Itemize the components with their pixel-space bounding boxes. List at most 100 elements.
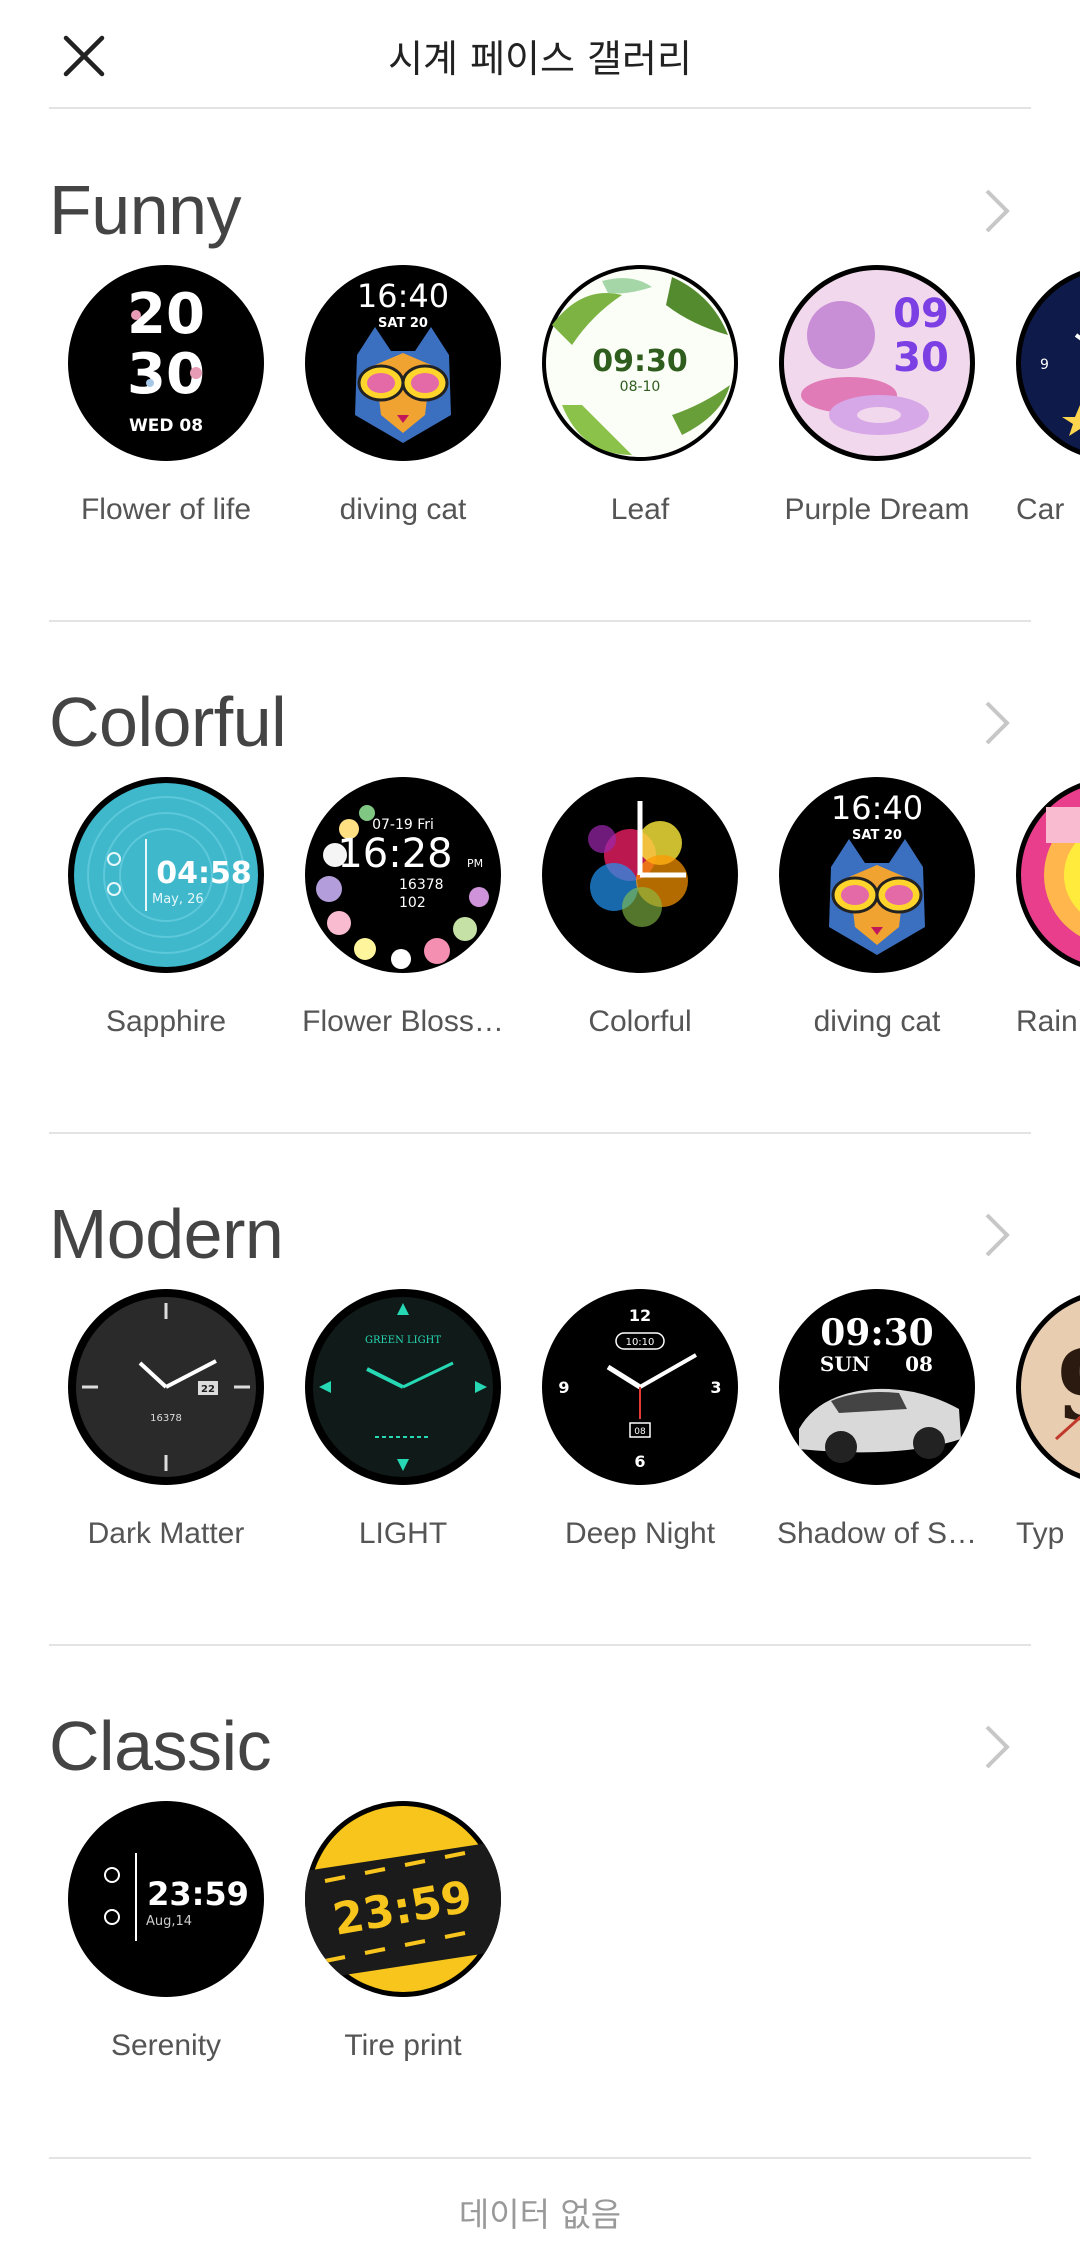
chevron-right-icon[interactable] [975,1723,1019,1771]
hour-text: 09 [893,291,949,337]
watch-face-label: Colorful [588,1005,692,1037]
watch-face-label: Flower of life [80,493,252,525]
watch-face-thumbnail: 23:59 Aug,14 [68,1801,264,1997]
watch-face-label: diving cat [813,1005,941,1037]
section-title: Modern [49,1195,284,1273]
watch-face-label: Typ [1016,1517,1065,1549]
watch-face-item[interactable]: GREEN LIGHT LIGHT [285,1289,521,1549]
watch-face-thumbnail: 09:30 08-10 [542,265,738,461]
digital-time-text: 10:10 [626,1337,655,1348]
time-text: 16:40 [357,277,449,315]
watch-face-item[interactable]: 09:30 SUN 08 Shadow of S… [759,1289,995,1549]
watch-face-label: Purple Dream [784,493,970,525]
watch-face-row: 04:58 May, 26 Sapphire 07-19 Fri 16:28 P… [0,777,1080,1037]
watch-face-thumbnail: 9 [1016,1289,1080,1485]
watch-face-row: 23:59 Aug,14 Serenity 23:59 Tire print [0,1801,1080,2061]
watch-face-item[interactable]: Colorful [522,777,758,1037]
watch-face-item[interactable]: 09:30 08-10 Leaf [522,265,758,525]
watch-face-item[interactable]: 12 3 6 9 10:10 08 Deep Night [522,1289,758,1549]
watch-face-label: Flower Bloss… [302,1005,504,1037]
watch-face-thumbnail: 22 16378 [68,1289,264,1485]
hour-numeral-9: 9 [558,1378,569,1397]
chevron-right-icon[interactable] [975,1211,1019,1259]
date-text: Aug,14 [146,1914,192,1929]
section-title: Colorful [49,683,287,761]
watch-face-item[interactable]: 23:59 Tire print [285,1801,521,2061]
pm-text: PM [467,857,483,870]
chevron-right-icon[interactable] [975,187,1019,235]
watch-face-thumbnail: 04:58 May, 26 [68,777,264,973]
watch-face-item[interactable]: 20 30 WED 08 Flower of life [48,265,284,525]
watch-face-item[interactable]: 23:59 Aug,14 Serenity [48,1801,284,2061]
watch-face-label: LIGHT [358,1517,448,1549]
watch-face-label: Tire print [344,2029,462,2061]
hour-numeral-3: 3 [710,1378,721,1397]
brand-text: GREEN LIGHT [365,1335,441,1346]
watch-face-label: Sapphire [105,1005,227,1037]
watch-face-item[interactable]: 16:40 SAT 20 diving cat [285,265,521,525]
watch-face-item[interactable]: 16:40 SAT 20 diving cat [759,777,995,1037]
minute-text: 30 [893,335,949,381]
watch-face-label: Deep Night [564,1517,716,1549]
watch-face-item[interactable]: 9 Typ [996,1289,1080,1549]
watch-face-label: Dark Matter [87,1517,245,1549]
watch-face-thumbnail: 16:40 SAT 20 [305,265,501,461]
watch-face-label: Rain [1016,1005,1078,1037]
watch-face-thumbnail: 9 [1016,265,1080,461]
hour-numeral-12: 12 [629,1306,651,1325]
date-text: 22 [201,1384,215,1395]
watch-face-item[interactable]: 22 16378 Dark Matter [48,1289,284,1549]
watch-face-item[interactable]: 09 30 Purple Dream [759,265,995,525]
watch-face-label: Shadow of S… [776,1517,978,1549]
steps-text: 16378 [150,1413,182,1424]
watch-face-thumbnail: 09:30 SUN 08 [779,1289,975,1485]
section-title: Classic [49,1707,272,1785]
watch-face-thumbnail: 07-19 Fri 16:28 PM 16378 102 [305,777,501,973]
date-text: 08 [634,1427,646,1437]
watch-face-item[interactable]: 04:58 May, 26 Sapphire [48,777,284,1037]
heart-rate-text: 102 [399,895,426,911]
time-text: 09:30 [820,1312,933,1354]
section-header-modern[interactable]: Modern [49,1189,1031,1279]
section-funny: Funny 20 30 WED 08 Flower of life 16:40 [0,110,1080,622]
watch-face-thumbnail: 09 30 [779,265,975,461]
steps-text: 16378 [399,877,444,893]
watch-face-thumbnail [1016,777,1080,973]
divider [49,107,1031,109]
watch-face-label: Serenity [110,2029,222,2061]
svg-text:9: 9 [1056,1329,1080,1442]
date-text: WED 08 [129,416,203,436]
time-text: 23:59 [147,1875,249,1913]
section-colorful: Colorful 04:58 May, 26 Sapphire 07-19 Fr… [0,622,1080,1134]
watch-face-row: 22 16378 Dark Matter GREEN LIGHT LIGHT 1… [0,1289,1080,1549]
date-text: SAT 20 [378,316,428,331]
top-bar: 시계 페이스 갤러리 [0,0,1080,108]
watch-face-thumbnail [542,777,738,973]
watch-face-thumbnail: 23:59 [305,1801,501,1997]
watch-face-row: 20 30 WED 08 Flower of life 16:40 SAT 20 [0,265,1080,525]
watch-face-thumbnail: 20 30 WED 08 [68,265,264,461]
watch-face-item[interactable]: 07-19 Fri 16:28 PM 16378 102 Flower Blos… [285,777,521,1037]
date-text: May, 26 [152,892,204,907]
date-text: SAT 20 [852,828,902,843]
date-text: 08 [905,1352,933,1376]
watch-face-label: Leaf [610,493,670,525]
page-title: 시계 페이스 갤러리 [388,37,692,81]
svg-text:9: 9 [1040,357,1049,373]
section-header-funny[interactable]: Funny [49,165,1031,255]
watch-face-item[interactable]: 9 Car [996,265,1080,525]
section-header-classic[interactable]: Classic [49,1701,1031,1791]
time-text: 16:40 [831,789,923,827]
no-data-text: 데이터 없음 [458,2195,622,2234]
time-text: 04:58 [156,856,252,891]
watch-face-label: Car [1016,493,1065,525]
watch-face-item[interactable]: Rain [996,777,1080,1037]
section-header-colorful[interactable]: Colorful [49,677,1031,767]
time-text: 09:30 [592,344,688,379]
watch-face-label: diving cat [339,493,467,525]
divider [49,2157,1031,2159]
chevron-right-icon[interactable] [975,699,1019,747]
hour-numeral-6: 6 [634,1452,645,1471]
date-text: 08-10 [620,379,661,395]
section-title: Funny [49,171,242,249]
